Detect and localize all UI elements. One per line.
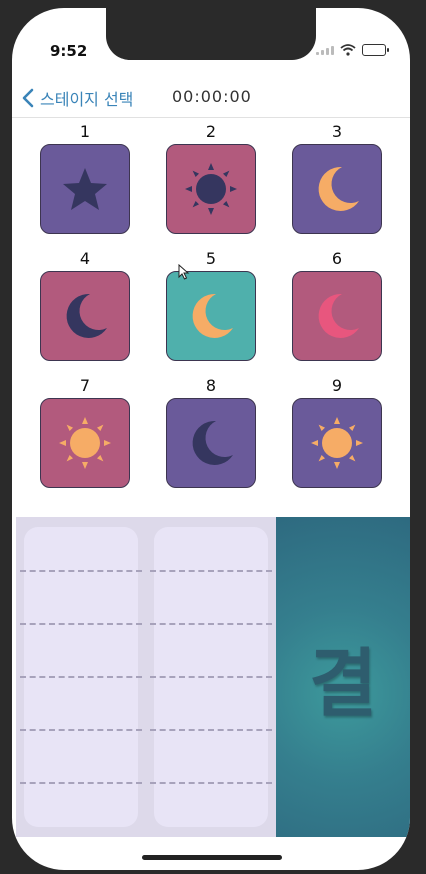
stage-cell-1: 1 [40, 122, 130, 242]
signal-icon [316, 45, 334, 55]
answer-slot-2[interactable] [146, 517, 276, 837]
guide-line [20, 623, 142, 625]
star-icon [63, 168, 107, 210]
notch [106, 8, 316, 60]
wifi-icon [340, 44, 356, 56]
sun-icon [311, 417, 363, 469]
result-tile[interactable]: 결 [276, 517, 410, 837]
stage-button-2[interactable] [166, 144, 256, 234]
stage-cell-4: 4 [40, 249, 130, 369]
back-label: 스테이지 선택 [40, 90, 134, 109]
pointer-cursor-icon [178, 264, 190, 280]
guide-line [150, 570, 272, 572]
stage-button-3[interactable] [292, 144, 382, 234]
stage-cell-6: 6 [292, 249, 382, 369]
home-indicator[interactable] [142, 855, 282, 860]
stage-cell-2: 2 [166, 122, 256, 242]
stage-button-9[interactable] [292, 398, 382, 488]
stage-button-6[interactable] [292, 271, 382, 361]
moon-icon [192, 420, 233, 465]
status-time: 9:52 [50, 42, 88, 60]
stage-cell-7: 7 [40, 376, 130, 496]
answer-slot-1[interactable] [16, 517, 146, 837]
back-button[interactable]: 스테이지 선택 [22, 86, 133, 110]
stage-cell-3: 3 [292, 122, 382, 242]
stage-button-7[interactable] [40, 398, 130, 488]
status-icons [316, 44, 389, 56]
app-screen: 9:52 스테이지 선택 00:00:00 1 2 3 4 5 6 7 8 9 … [12, 8, 410, 870]
guide-line [20, 676, 142, 678]
stage-number: 4 [79, 249, 91, 268]
stage-number: 9 [331, 376, 343, 395]
moon-icon [192, 293, 233, 338]
moon-icon [318, 293, 359, 338]
stage-button-4[interactable] [40, 271, 130, 361]
chevron-left-icon [22, 88, 34, 108]
guide-line [150, 782, 272, 784]
result-character: 결 [308, 640, 378, 727]
moon-icon [318, 166, 359, 211]
stage-button-8[interactable] [166, 398, 256, 488]
sun-icon [185, 163, 237, 215]
stage-button-5[interactable] [166, 271, 256, 361]
stage-button-1[interactable] [40, 144, 130, 234]
stage-number: 3 [331, 122, 343, 141]
guide-line [150, 729, 272, 731]
guide-line [20, 729, 142, 731]
sun-icon [59, 417, 111, 469]
battery-icon [362, 44, 389, 56]
guide-line [150, 676, 272, 678]
stage-number: 7 [79, 376, 91, 395]
stage-number: 6 [331, 249, 343, 268]
answer-panel: 결 [12, 517, 410, 837]
stage-grid: 1 2 3 4 5 6 7 8 9 [12, 122, 410, 518]
moon-icon [66, 293, 107, 338]
guide-line [20, 570, 142, 572]
guide-line [150, 623, 272, 625]
guide-line [20, 782, 142, 784]
stage-number: 1 [79, 122, 91, 141]
navigation-bar: 스테이지 선택 00:00:00 [12, 78, 410, 118]
stage-cell-8: 8 [166, 376, 256, 496]
stage-number: 8 [205, 376, 217, 395]
stage-number: 2 [205, 122, 217, 141]
stage-timer: 00:00:00 [172, 87, 252, 106]
stage-cell-9: 9 [292, 376, 382, 496]
phone-frame: 9:52 스테이지 선택 00:00:00 1 2 3 4 5 6 7 8 9 … [0, 0, 426, 874]
